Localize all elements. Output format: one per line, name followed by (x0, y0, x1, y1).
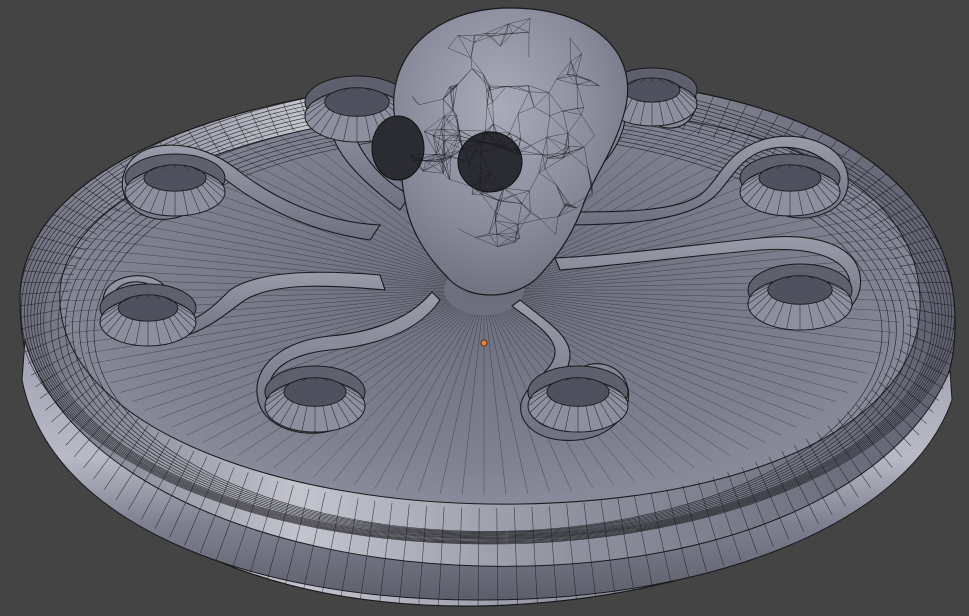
eye-left (371, 115, 425, 181)
3d-viewport[interactable] (0, 0, 969, 616)
viewport-canvas[interactable] (0, 0, 969, 616)
object-origin-marker[interactable] (480, 339, 488, 347)
